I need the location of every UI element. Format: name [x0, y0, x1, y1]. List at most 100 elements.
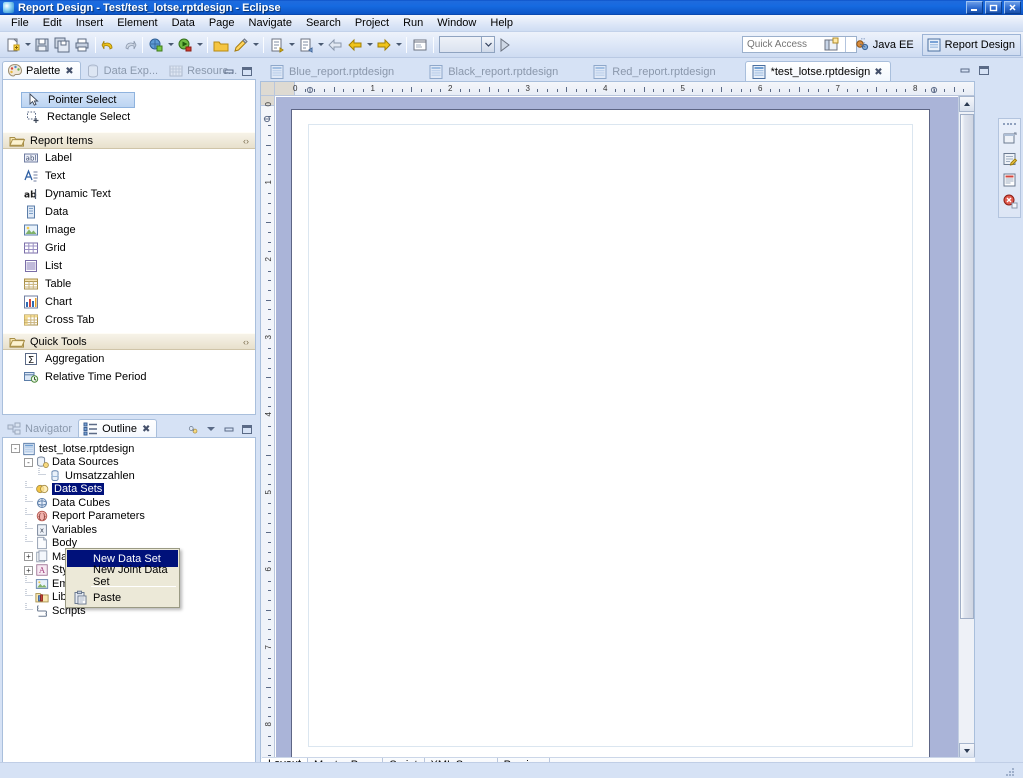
- toolbar-previous-annotation-button[interactable]: [296, 35, 316, 55]
- toolbar-undo-button[interactable]: [99, 35, 119, 55]
- collapse-toggle-icon[interactable]: ‹›: [243, 337, 249, 347]
- view-tab-outline[interactable]: Outline ✖: [78, 419, 158, 438]
- palette-item-relative-time-period[interactable]: Relative Time Period: [3, 368, 255, 386]
- collapse-toggle-icon[interactable]: ‹›: [243, 136, 249, 146]
- chevron-down-icon[interactable]: [23, 35, 32, 55]
- toolbar-new-wizard-button[interactable]: [3, 35, 23, 55]
- menu-item-navigate[interactable]: Navigate: [242, 16, 299, 30]
- chevron-down-icon[interactable]: [365, 35, 374, 55]
- palette-item-data[interactable]: Data: [3, 203, 255, 221]
- toolbar-next-annotation-button[interactable]: [267, 35, 287, 55]
- fast-view-report-preview[interactable]: [1001, 171, 1019, 189]
- editor-minimize-button[interactable]: [958, 64, 972, 77]
- palette-minimize-button[interactable]: [222, 65, 236, 78]
- link-with-editor-icon[interactable]: [186, 423, 200, 436]
- margin-marker[interactable]: [306, 85, 314, 94]
- menu-item-data[interactable]: Data: [165, 16, 202, 30]
- editor-tab-black-report-rptdesign[interactable]: Black_report.rptdesign: [423, 61, 565, 82]
- menu-item-edit[interactable]: Edit: [36, 16, 69, 30]
- report-parameter-combo[interactable]: [439, 36, 495, 53]
- toolbar-pencil-edit-button[interactable]: [231, 35, 251, 55]
- toolbar-debug-button[interactable]: [146, 35, 166, 55]
- close-icon[interactable]: ✖: [65, 66, 73, 77]
- toolbar-back-history-button[interactable]: [345, 35, 365, 55]
- menu-item-help[interactable]: Help: [483, 16, 520, 30]
- editor-tab-red-report-rptdesign[interactable]: Red_report.rptdesign: [587, 61, 722, 82]
- view-tab-palette[interactable]: Palette ✖: [2, 61, 81, 80]
- menu-item-file[interactable]: File: [4, 16, 36, 30]
- perspective-java-ee[interactable]: Java EE: [850, 34, 920, 56]
- palette-item-image[interactable]: Image: [3, 221, 255, 239]
- perspective-report-design[interactable]: Report Design: [921, 33, 1021, 56]
- view-tab-navigator[interactable]: Navigator: [2, 419, 78, 438]
- tree-expander[interactable]: +: [24, 552, 33, 562]
- palette-tool-pointer-select[interactable]: Pointer Select: [21, 92, 135, 108]
- palette-item-text[interactable]: Text: [3, 167, 255, 185]
- report-page[interactable]: [291, 109, 930, 758]
- context-menu-item-new-joint-data-set[interactable]: New Joint Data Set: [67, 564, 178, 588]
- chevron-down-icon[interactable]: [394, 35, 403, 55]
- palette-item-chart[interactable]: Chart: [3, 293, 255, 311]
- menu-item-project[interactable]: Project: [348, 16, 396, 30]
- toolbar-run-report-button[interactable]: [495, 35, 515, 55]
- editor-tab-blue-report-rptdesign[interactable]: Blue_report.rptdesign: [264, 61, 401, 82]
- minimize-button[interactable]: [966, 1, 983, 14]
- outline-maximize-button[interactable]: [240, 423, 254, 436]
- context-menu-item-paste[interactable]: Paste: [67, 589, 178, 606]
- menu-item-search[interactable]: Search: [299, 16, 348, 30]
- fast-view-property-editor[interactable]: [1001, 150, 1019, 168]
- toolbar-open-folder-button[interactable]: [211, 35, 231, 55]
- palette-tool-rectangle-select[interactable]: Rectangle Select: [3, 108, 255, 126]
- chevron-down-icon[interactable]: [316, 35, 325, 55]
- toolbar-run-button[interactable]: [175, 35, 195, 55]
- fast-view-error-log[interactable]: [1001, 192, 1019, 210]
- menu-item-element[interactable]: Element: [110, 16, 164, 30]
- palette-item-table[interactable]: Table: [3, 275, 255, 293]
- tree-expander[interactable]: +: [24, 565, 33, 575]
- open-perspective-button[interactable]: [821, 36, 841, 54]
- chevron-down-icon[interactable]: [195, 35, 204, 55]
- scroll-up-button[interactable]: [959, 96, 975, 112]
- palette-item-list[interactable]: List: [3, 257, 255, 275]
- palette-group-report-items[interactable]: Report Items ‹›: [3, 132, 255, 149]
- palette-maximize-button[interactable]: [240, 65, 254, 78]
- toolbar-back-arrow-button[interactable]: [325, 35, 345, 55]
- chevron-down-icon[interactable]: [166, 35, 175, 55]
- menu-item-insert[interactable]: Insert: [69, 16, 111, 30]
- view-tab-data-exp[interactable]: Data Exp...: [81, 61, 164, 80]
- chevron-down-icon[interactable]: [251, 35, 260, 55]
- palette-item-label[interactable]: abl Label: [3, 149, 255, 167]
- toolbar-print-button[interactable]: [72, 35, 92, 55]
- toolbar-preview-button[interactable]: [410, 35, 430, 55]
- chevron-down-icon[interactable]: [287, 35, 296, 55]
- palette-item-aggregation[interactable]: Σ Aggregation: [3, 350, 255, 368]
- close-icon[interactable]: ✖: [874, 67, 882, 78]
- toolbar-save-all-button[interactable]: [52, 35, 72, 55]
- menu-item-page[interactable]: Page: [202, 16, 242, 30]
- restore-button[interactable]: [985, 1, 1002, 14]
- vertical-scroll-thumb[interactable]: [960, 114, 974, 619]
- palette-item-cross-tab[interactable]: Cross Tab: [3, 311, 255, 329]
- palette-item-dynamic-text[interactable]: ab Dynamic Text: [3, 185, 255, 203]
- margin-marker[interactable]: [930, 85, 938, 94]
- editor-maximize-button[interactable]: [977, 64, 991, 77]
- close-button[interactable]: [1004, 1, 1021, 14]
- chevron-down-icon[interactable]: [481, 37, 494, 52]
- menu-item-run[interactable]: Run: [396, 16, 430, 30]
- close-icon[interactable]: ✖: [142, 424, 150, 435]
- tree-expander[interactable]: -: [11, 444, 20, 454]
- vertical-scrollbar[interactable]: [958, 96, 975, 759]
- palette-item-grid[interactable]: Grid: [3, 239, 255, 257]
- outline-minimize-button[interactable]: [222, 423, 236, 436]
- toolbar-forward-arrow-button[interactable]: [374, 35, 394, 55]
- margin-marker[interactable]: [263, 114, 271, 123]
- view-menu-button[interactable]: [204, 423, 218, 436]
- tree-expander[interactable]: -: [24, 457, 33, 467]
- design-canvas[interactable]: [276, 97, 958, 759]
- editor-tab-test-lotse-rptdesign[interactable]: *test_lotse.rptdesign ✖: [744, 61, 891, 82]
- toolbar-redo-button[interactable]: [119, 35, 139, 55]
- menu-item-window[interactable]: Window: [430, 16, 483, 30]
- toolbar-save-button[interactable]: [32, 35, 52, 55]
- resize-grip[interactable]: [1005, 767, 1015, 777]
- fast-view-restore-view[interactable]: [1001, 129, 1019, 147]
